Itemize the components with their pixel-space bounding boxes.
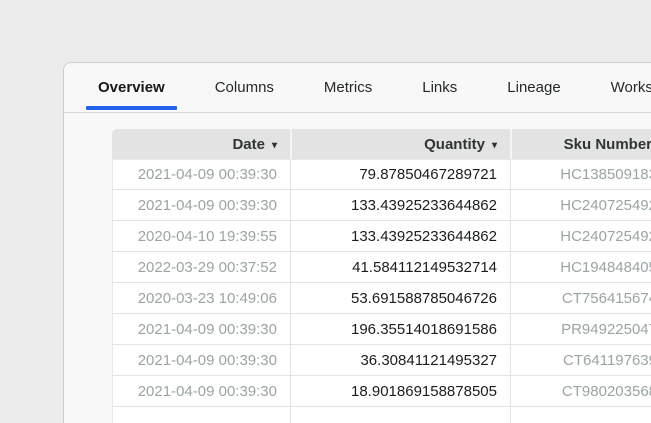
column-label: Quantity <box>424 135 485 153</box>
cell-date: 2020-03-23 10:49:06 <box>112 283 290 314</box>
column-header-sku[interactable]: Sku Number <box>510 129 651 159</box>
data-preview-table-container: Date ▾ Quantity ▾ Sku Number 2021-04-09 00:3… <box>112 129 651 423</box>
dataset-panel: Overview Columns Metrics Links Lineage Worksh… <box>63 62 651 423</box>
sort-arrow-icon: ▾ <box>271 139 277 151</box>
cell-qty: 41.584112149532714 <box>290 252 510 283</box>
table-header: Date ▾ Quantity ▾ Sku Number <box>112 129 651 159</box>
table-row[interactable]: 2021-04-09 00:39:30 133.43925233644862 HC2… <box>112 190 651 221</box>
screen: Overview Columns Metrics Links Lineage Worksh… <box>0 0 651 423</box>
cell-qty: 133.43925233644862 <box>290 221 510 252</box>
cell-date: 2021-04-09 00:39:30 <box>112 190 290 221</box>
tab-metrics[interactable]: Metrics <box>312 63 384 112</box>
cell-sku: CT980203568 <box>510 376 651 407</box>
cell-sku: HC194848405 <box>510 252 651 283</box>
table-header-row: Date ▾ Quantity ▾ Sku Number <box>112 129 651 159</box>
cell-sku: CT641197639 <box>510 345 651 376</box>
data-preview-table: Date ▾ Quantity ▾ Sku Number 2021-04-09 00:3… <box>112 129 651 423</box>
cell-sku: HC138509183 <box>510 159 651 190</box>
cell-sku: HC240725492 <box>510 190 651 221</box>
column-header-date[interactable]: Date ▾ <box>112 129 290 159</box>
cell-qty: 36.30841121495327 <box>290 345 510 376</box>
table-row[interactable]: 2021-04-09 00:39:30 196.35514018691586 PR9… <box>112 314 651 345</box>
cell-date: 2021-04-09 00:39:30 <box>112 314 290 345</box>
cell-sku: PR949225047 <box>510 314 651 345</box>
table-row[interactable]: 2020-03-23 10:49:06 53.691588785046726 CT7… <box>112 283 651 314</box>
tab-links[interactable]: Links <box>410 63 469 112</box>
sort-arrow-icon: ▾ <box>491 139 497 151</box>
tab-worksheets[interactable]: Worksheets <box>599 63 651 112</box>
table-row[interactable]: 2021-04-09 00:39:30 18.901869158878505 CT9… <box>112 376 651 407</box>
cell-qty <box>290 407 510 423</box>
column-label: Sku Number <box>563 135 651 153</box>
table-body: 2021-04-09 00:39:30 79.87850467289721 HC13… <box>112 159 651 423</box>
cell-qty: 79.87850467289721 <box>290 159 510 190</box>
cell-date: 2021-04-09 00:39:30 <box>112 376 290 407</box>
cell-sku <box>510 407 651 423</box>
column-label: Date <box>232 135 265 153</box>
tab-lineage[interactable]: Lineage <box>495 63 572 112</box>
cell-qty: 133.43925233644862 <box>290 190 510 221</box>
table-row[interactable]: 2021-04-09 00:39:30 36.30841121495327 CT64… <box>112 345 651 376</box>
cell-qty: 196.35514018691586 <box>290 314 510 345</box>
tab-overview[interactable]: Overview <box>86 63 177 112</box>
table-row[interactable]: 2020-04-10 19:39:55 133.43925233644862 HC2… <box>112 221 651 252</box>
cell-qty: 18.901869158878505 <box>290 376 510 407</box>
tab-columns[interactable]: Columns <box>203 63 286 112</box>
cell-date: 2021-04-09 00:39:30 <box>112 345 290 376</box>
table-row[interactable] <box>112 407 651 423</box>
column-header-qty[interactable]: Quantity ▾ <box>290 129 510 159</box>
table-row[interactable]: 2022-03-29 00:37:52 41.584112149532714 HC1… <box>112 252 651 283</box>
cell-qty: 53.691588785046726 <box>290 283 510 314</box>
tab-bar: Overview Columns Metrics Links Lineage Worksh… <box>64 63 651 113</box>
cell-date: 2020-04-10 19:39:55 <box>112 221 290 252</box>
table-row[interactable]: 2021-04-09 00:39:30 79.87850467289721 HC13… <box>112 159 651 190</box>
cell-date: 2022-03-29 00:37:52 <box>112 252 290 283</box>
cell-date <box>112 407 290 423</box>
cell-date: 2021-04-09 00:39:30 <box>112 159 290 190</box>
cell-sku: HC240725492 <box>510 221 651 252</box>
cell-sku: CT756415674 <box>510 283 651 314</box>
